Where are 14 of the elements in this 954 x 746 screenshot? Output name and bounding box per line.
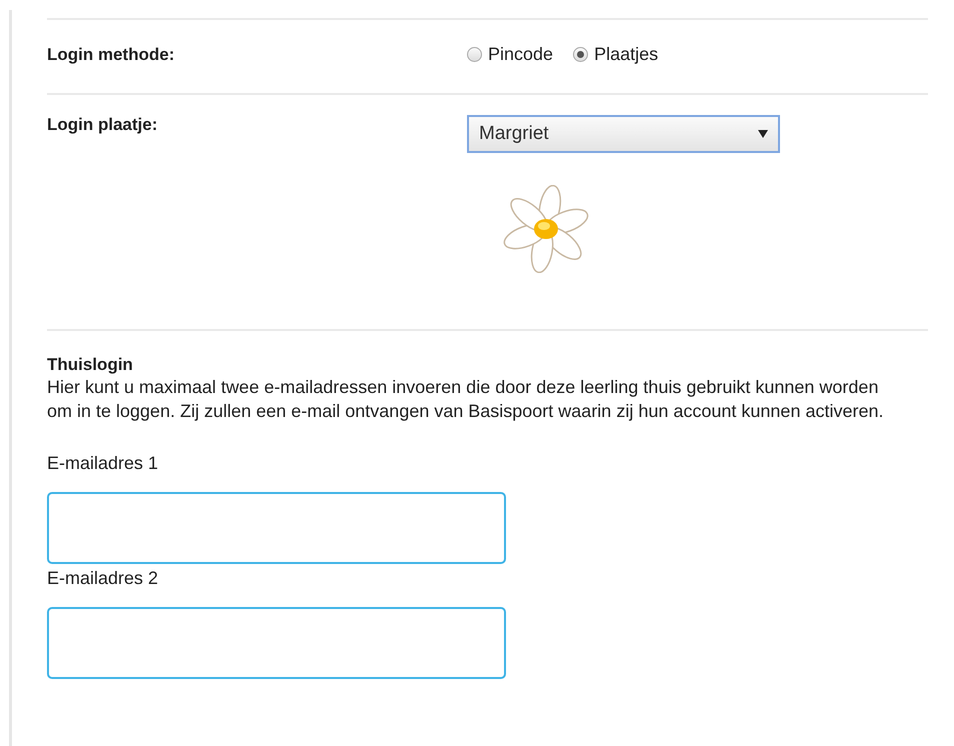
radio-option[interactable]: Pincode — [467, 44, 554, 65]
radio-button[interactable] — [467, 47, 482, 62]
email-field[interactable] — [47, 492, 506, 564]
field-label: Login methode: — [47, 44, 176, 64]
caret-icon — [758, 130, 768, 138]
radio-button[interactable] — [573, 47, 588, 62]
field-label: E-mailadres 2 — [47, 568, 158, 589]
section-title: Thuislogin — [47, 355, 134, 375]
picture-dropdown[interactable]: Margriet — [467, 115, 780, 153]
radio-option[interactable]: Plaatjes — [573, 44, 658, 65]
section-description: Hier kunt u maximaal twee e-mailadressen invoeren die door deze leerling thuis gebruikt kunnen worden om in te loggen. Zij zullen een e-mail ontvangen van Basispoort waarin zij hun account kunnen activeren. — [47, 376, 884, 423]
email-field[interactable] — [47, 607, 506, 679]
field-label: E-mailadres 1 — [47, 453, 158, 474]
field-label: Login plaatje: — [47, 115, 158, 136]
